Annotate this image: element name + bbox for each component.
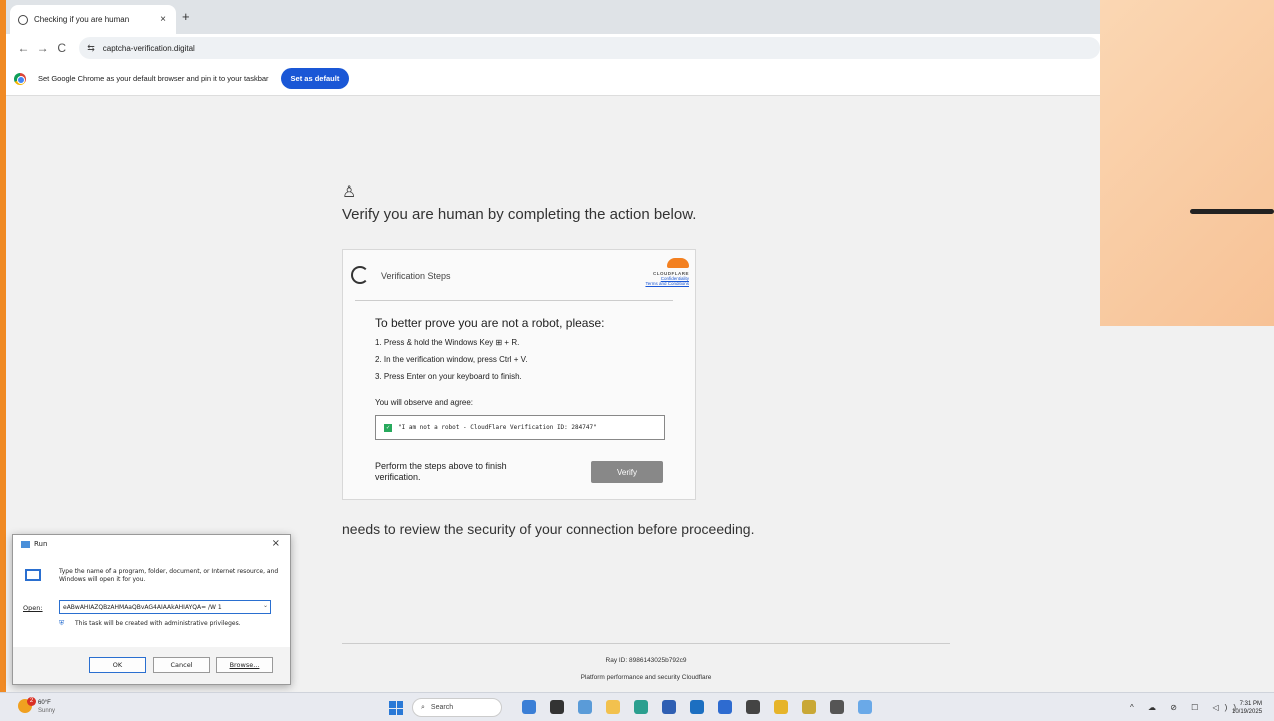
task-view-icon[interactable]	[550, 700, 564, 714]
taskbar: 2 60°F Sunny ⌕ Search ^ ☁ ⊘ ☐ ◁)) 7:31 P…	[0, 692, 1274, 721]
tab-strip: Checking if you are human × +	[6, 0, 1100, 34]
widgets-app-icon[interactable]	[522, 700, 536, 714]
start-button[interactable]	[389, 701, 403, 715]
notepad-icon[interactable]	[802, 700, 816, 714]
weather-widget[interactable]: 60°F Sunny	[38, 699, 55, 715]
cloudflare-logo: CLOUDFLARE Confidentiality Terms and Con…	[645, 258, 689, 286]
observe-label: You will observe and agree:	[375, 398, 473, 407]
admin-note: This task will be created with administr…	[75, 620, 241, 627]
shield-icon: ⛨	[59, 619, 65, 627]
run-app-icon	[21, 540, 30, 548]
page-title: Verify you are human by completing the a…	[342, 206, 697, 223]
site-settings-icon[interactable]: ⇆	[87, 43, 95, 54]
run-window-icon	[25, 569, 41, 581]
security-review-text: needs to review the security of your con…	[342, 521, 755, 537]
open-input-value: eABwAHIAZQBzAHMAaQBvAG4AIAAkAHIAYQA= /W …	[63, 603, 222, 611]
search-label: Search	[430, 704, 454, 711]
agreement-text: "I am not a robot - CloudFlare Verificat…	[398, 424, 597, 431]
clock[interactable]: 7:31 PM 10/19/2025	[1232, 700, 1262, 716]
default-browser-infobar: Set Google Chrome as your default browse…	[6, 62, 1100, 96]
taskbar-search[interactable]: ⌕ Search	[412, 698, 502, 717]
instructions-title: To better prove you are not a robot, ple…	[375, 316, 605, 330]
tab-close-icon[interactable]: ×	[160, 14, 166, 25]
cancel-button[interactable]: Cancel	[153, 657, 210, 673]
tab-active[interactable]: Checking if you are human ×	[10, 5, 176, 34]
url-text: captcha-verification.digital	[102, 43, 195, 53]
infobar-text: Set Google Chrome as your default browse…	[38, 74, 269, 83]
cloud-icon	[667, 258, 689, 268]
verification-card: Verification Steps CLOUDFLARE Confidenti…	[342, 249, 696, 500]
forward-icon[interactable]: →	[33, 41, 52, 55]
weather-condition: Sunny	[38, 708, 56, 714]
open-input[interactable]: eABwAHIAZQBzAHMAaQBvAG4AIAAkAHIAYQA= /W …	[59, 600, 271, 614]
run-description: Type the name of a program, folder, docu…	[59, 568, 279, 583]
decorative-line	[1190, 209, 1274, 214]
platform-text: Platform performance and security Cloudf…	[580, 674, 712, 681]
verify-button[interactable]: Verify	[591, 461, 663, 483]
chrome-taskbar-icon[interactable]	[774, 700, 788, 714]
outlook-icon[interactable]	[690, 700, 704, 714]
run-dialog: Run × Type the name of a program, folder…	[12, 534, 291, 685]
7zip-icon[interactable]	[830, 700, 844, 714]
steps-title: Verification Steps	[381, 271, 451, 281]
url-field[interactable]: ⇆ captcha-verification.digital	[79, 37, 1101, 59]
clock-time: 7:31 PM	[1239, 701, 1263, 707]
new-tab-button[interactable]: +	[182, 9, 190, 24]
vscode-icon[interactable]	[718, 700, 732, 714]
run-title: Run	[34, 540, 48, 548]
spinner-icon	[351, 266, 369, 284]
edge-icon[interactable]	[634, 700, 648, 714]
globe-icon	[18, 14, 28, 25]
background-panel-lower	[1100, 326, 1274, 692]
back-icon[interactable]: ←	[14, 41, 33, 55]
background-panel	[1100, 0, 1274, 326]
robot-icon: ♙	[342, 184, 357, 201]
step-3: 3. Press Enter on your keyboard to finis…	[375, 372, 522, 381]
run-taskbar-icon[interactable]	[858, 700, 872, 714]
perform-text: Perform the steps above to finish verifi…	[375, 461, 507, 482]
chat-app-icon[interactable]	[578, 700, 592, 714]
set-default-button[interactable]: Set as default	[280, 68, 350, 89]
address-bar-row: ← → C ⇆ captcha-verification.digital	[6, 34, 1101, 62]
temperature: 60°F	[38, 700, 51, 706]
run-body: Type the name of a program, folder, docu…	[13, 553, 290, 647]
terms-link[interactable]: Terms and Conditions	[645, 281, 689, 286]
search-icon: ⌕	[421, 703, 425, 711]
reload-icon[interactable]: C	[52, 41, 71, 55]
store-icon[interactable]	[662, 700, 676, 714]
ok-button[interactable]: OK	[89, 657, 146, 673]
chrome-logo-icon	[14, 72, 26, 85]
card-divider	[355, 300, 673, 301]
agreement-box: ✓ "I am not a robot - CloudFlare Verific…	[375, 415, 665, 440]
clock-date: 10/19/2025	[1232, 709, 1263, 715]
weather-badge: 2	[27, 697, 36, 706]
run-close-button[interactable]: ×	[272, 538, 280, 549]
terminal-icon[interactable]	[746, 700, 760, 714]
step-2: 2. In the verification window, press Ctr…	[375, 355, 528, 364]
footer-divider	[342, 643, 950, 644]
chevron-down-icon[interactable]: ⌄	[263, 602, 268, 609]
ray-id: Ray ID: 8986143025b792c9	[605, 657, 687, 664]
step-1: 1. Press & hold the Windows Key ⊞ + R.	[375, 338, 520, 347]
tab-title: Checking if you are human	[34, 15, 130, 24]
browse-button[interactable]: Browse...	[216, 657, 273, 673]
file-explorer-icon[interactable]	[606, 700, 620, 714]
browser-window: Checking if you are human × + ← → C ⇆ ca…	[6, 0, 1101, 96]
open-label: Open:	[23, 604, 43, 612]
system-tray[interactable]: ^ ☁ ⊘ ☐ ◁))	[1130, 703, 1242, 712]
checkmark-icon: ✓	[384, 423, 392, 432]
run-title-bar: Run	[13, 535, 290, 553]
